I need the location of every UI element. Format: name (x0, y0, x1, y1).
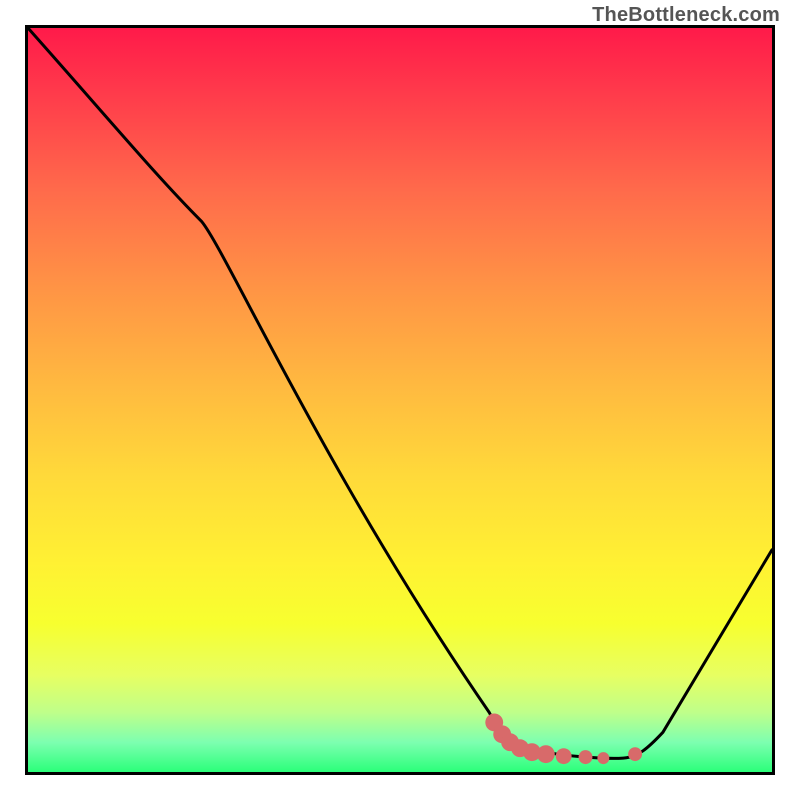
marker-dot (628, 747, 642, 761)
chart-svg (28, 28, 772, 772)
watermark-text: TheBottleneck.com (592, 4, 780, 27)
marker-dot (597, 752, 609, 764)
chart-area (25, 25, 775, 775)
marker-dot (537, 745, 555, 763)
marker-dot (556, 748, 572, 764)
marker-group (485, 713, 642, 764)
bottleneck-curve (28, 28, 772, 758)
marker-dot (579, 750, 593, 764)
